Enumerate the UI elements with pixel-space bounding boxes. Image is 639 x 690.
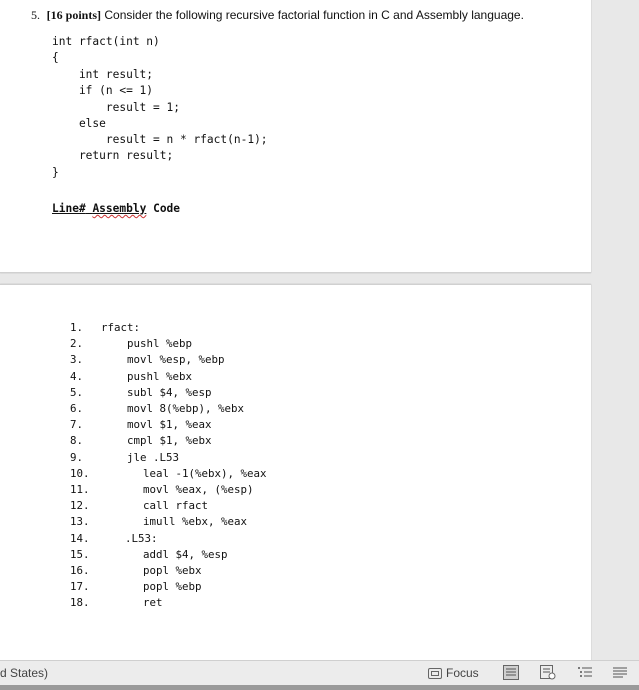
- heading-code: Code: [153, 202, 181, 215]
- line-number: 8.: [70, 434, 84, 448]
- line-number: 16.: [70, 564, 90, 577]
- line-number: 2.: [70, 337, 84, 351]
- c-code-line: int result;: [52, 68, 154, 81]
- c-code-line: int rfact(int n): [52, 35, 160, 48]
- assembly-instruction: leal -1(%ebx), %eax: [143, 466, 267, 480]
- c-code-line: {: [52, 51, 59, 64]
- line-number: 15.: [70, 547, 90, 561]
- c-code-line: }: [52, 166, 59, 179]
- assembly-instruction: popl %ebx: [143, 564, 202, 577]
- outline-view-icon[interactable]: [577, 665, 593, 680]
- c-code-line: return result;: [52, 149, 174, 162]
- assembly-instruction: call rfact: [143, 499, 209, 513]
- assembly-instruction: .L53:: [125, 531, 158, 545]
- line-number: 4.: [70, 369, 84, 383]
- line-number: 11.: [70, 483, 90, 496]
- line-number: 9.: [70, 450, 84, 464]
- assembly-instruction: imull %ebx, %eax: [143, 515, 248, 529]
- line-number: 17.: [70, 580, 90, 594]
- focus-icon: [428, 667, 442, 679]
- assembly-instruction: movl $1, %eax: [127, 418, 212, 432]
- question-number: 5.: [31, 8, 40, 22]
- line-number: 12.: [70, 499, 90, 513]
- question-text: 5. [16 points] Consider the following re…: [31, 8, 524, 23]
- assembly-instruction: popl %ebp: [143, 580, 202, 594]
- assembly-instruction: jle .L53: [127, 450, 180, 464]
- focus-label: Focus: [446, 666, 479, 680]
- assembly-instruction: ret: [143, 596, 163, 610]
- line-number: 18.: [70, 596, 90, 610]
- line-number: 1.: [70, 321, 84, 334]
- document-page-2: 1. rfact: 2. pushl %ebp 3. movl %esp, %ebp 4. p…: [0, 284, 591, 661]
- question-points: [16 points]: [46, 8, 102, 22]
- c-code-line: else: [52, 117, 106, 130]
- window-bottom-edge: [0, 685, 639, 690]
- assembly-instruction: movl %esp, %ebp: [127, 353, 225, 367]
- line-number: 10.: [70, 466, 90, 480]
- assembly-instruction: pushl %ebx: [127, 369, 193, 383]
- c-code-line: result = n * rfact(n-1);: [52, 133, 268, 146]
- assembly-instruction: addl $4, %esp: [143, 547, 228, 561]
- assembly-instruction: movl 8(%ebp), %ebx: [127, 402, 245, 415]
- draft-view-icon[interactable]: [612, 665, 628, 680]
- line-number: 6.: [70, 402, 84, 415]
- heading-assembly: Assembly: [92, 202, 147, 215]
- c-code-line: result = 1;: [52, 101, 180, 114]
- assembly-instruction: rfact:: [101, 321, 141, 334]
- language-status[interactable]: d States): [0, 666, 48, 680]
- heading-line: Line#: [52, 202, 86, 215]
- document-page-1: 5. [16 points] Consider the following re…: [0, 0, 591, 273]
- c-code-line: if (n <= 1): [52, 84, 154, 97]
- assembly-instruction: movl %eax, (%esp): [143, 483, 254, 496]
- focus-button[interactable]: Focus: [428, 666, 479, 680]
- web-layout-view-icon[interactable]: [540, 665, 556, 680]
- assembly-instruction: pushl %ebp: [127, 337, 193, 351]
- question-body: Consider the following recursive factori…: [104, 8, 524, 22]
- line-number: 7.: [70, 418, 84, 432]
- line-number: 13.: [70, 515, 90, 529]
- line-number: 3.: [70, 353, 84, 367]
- print-layout-view-icon[interactable]: [503, 665, 519, 680]
- assembly-instruction: subl $4, %esp: [127, 385, 212, 399]
- assembly-table-heading: Line# Assembly Code: [52, 202, 180, 215]
- line-number: 14.: [70, 531, 90, 545]
- assembly-instruction: cmpl $1, %ebx: [127, 434, 212, 448]
- status-bar: d States) Focus: [0, 660, 639, 686]
- line-number: 5.: [70, 385, 84, 399]
